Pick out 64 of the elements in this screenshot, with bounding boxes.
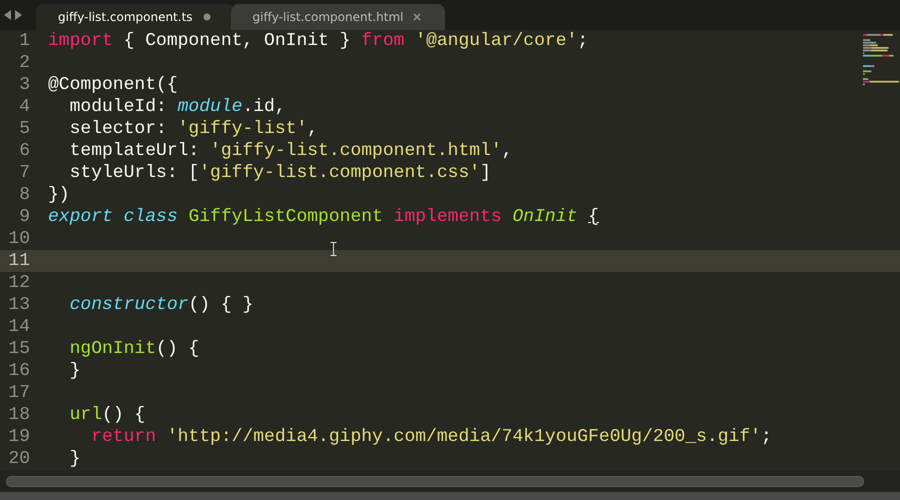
line-number: 3 bbox=[18, 74, 31, 96]
text-cursor-icon bbox=[330, 242, 337, 256]
line-number: 5 bbox=[18, 118, 31, 140]
code-token: 'giffy-list.component.html' bbox=[210, 140, 502, 161]
code-token: , bbox=[307, 118, 318, 139]
code-token: OnInit bbox=[512, 206, 578, 227]
code-token: selector: bbox=[68, 118, 168, 139]
code-token: 'giffy-list.component.css' bbox=[199, 162, 480, 183]
back-arrow-icon[interactable] bbox=[4, 10, 11, 20]
code-token: from bbox=[361, 30, 406, 51]
forward-arrow-icon[interactable] bbox=[15, 10, 22, 20]
code-token: constructor bbox=[68, 294, 188, 315]
minimap-drawing bbox=[863, 34, 899, 86]
line-number: 20 bbox=[7, 448, 31, 470]
code-token: moduleId: bbox=[68, 96, 168, 117]
line-number: 14 bbox=[7, 316, 31, 338]
editor-tab[interactable]: giffy-list.component.ts bbox=[36, 4, 235, 30]
code-token: }) bbox=[48, 184, 70, 205]
line-number: 19 bbox=[7, 426, 31, 448]
code-token: 'http://media4.giphy.com/media/74k1youGFe0Ug/200_s.gif' bbox=[166, 426, 761, 447]
code-token: { bbox=[588, 206, 599, 227]
line-number: 7 bbox=[18, 162, 31, 184]
code-token: module bbox=[178, 96, 242, 117]
code-token: () { bbox=[102, 404, 146, 425]
code-token: 'giffy-list' bbox=[178, 118, 308, 139]
code-token: export class bbox=[48, 206, 179, 227]
horizontal-scrollbar[interactable] bbox=[6, 476, 864, 487]
code-token: .id, bbox=[242, 96, 286, 117]
line-number: 16 bbox=[7, 360, 31, 382]
code-token: () { } bbox=[188, 294, 254, 315]
line-number: 12 bbox=[7, 272, 31, 294]
code-token: ; bbox=[760, 426, 772, 447]
line-number: 15 bbox=[7, 338, 31, 360]
editor-tab[interactable]: giffy-list.component.html bbox=[230, 4, 446, 30]
code-token: implements bbox=[394, 206, 503, 227]
line-number: 13 bbox=[7, 294, 31, 316]
code-token: styleUrls: [ bbox=[68, 162, 200, 183]
line-number: 17 bbox=[7, 382, 31, 404]
line-number: 1 bbox=[18, 30, 31, 52]
line-number: 18 bbox=[7, 404, 31, 426]
close-icon[interactable] bbox=[413, 12, 422, 21]
line-number: 8 bbox=[18, 184, 31, 206]
code-token: ngOnInit bbox=[68, 338, 156, 359]
code-token: templateUrl: bbox=[68, 140, 200, 161]
line-number: 9 bbox=[18, 206, 31, 228]
unsaved-dot-icon bbox=[202, 12, 211, 21]
code-token: '@angular/core' bbox=[415, 30, 578, 51]
code-token: return bbox=[90, 426, 158, 447]
code-token: ] bbox=[480, 162, 491, 183]
line-number: 6 bbox=[18, 140, 31, 162]
code-token: ; bbox=[577, 30, 588, 51]
code-token: } bbox=[68, 360, 80, 381]
code-token: @Component({ bbox=[48, 74, 178, 95]
line-number: 2 bbox=[18, 52, 31, 74]
line-number: 10 bbox=[7, 228, 31, 250]
code-token: import bbox=[48, 30, 113, 51]
code-token: { Component, OnInit } bbox=[122, 30, 352, 51]
code-token: () { bbox=[156, 338, 200, 359]
line-number: 11 bbox=[7, 250, 31, 272]
code-token: } bbox=[68, 448, 80, 469]
code-token: url bbox=[68, 404, 102, 425]
code-token: , bbox=[502, 140, 512, 161]
line-number: 4 bbox=[18, 96, 31, 118]
code-token: GiffyListComponent bbox=[188, 206, 384, 227]
